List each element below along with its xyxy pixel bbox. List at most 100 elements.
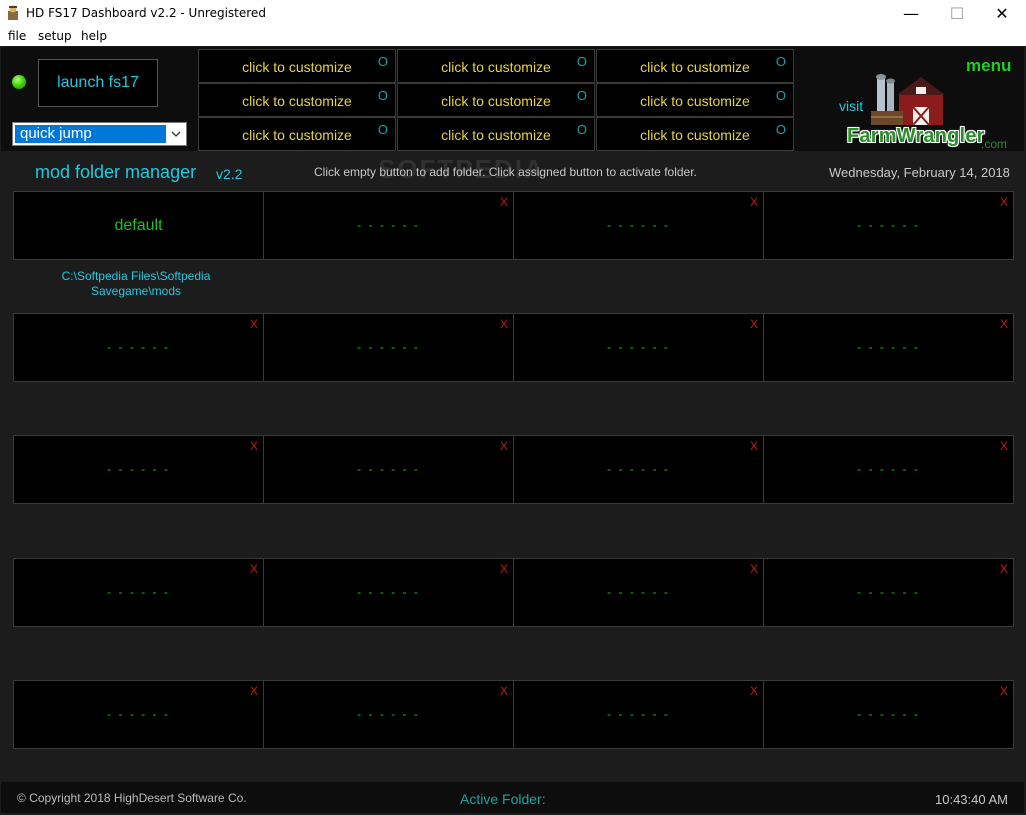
remove-icon[interactable]: X — [250, 317, 258, 331]
folder-slot-default[interactable]: default — [13, 191, 264, 260]
top-panel: launch fs17 quick jump click to customiz… — [1, 47, 1024, 151]
folder-row-2: X - - - - - - X - - - - - - X - - - - - - X… — [13, 313, 1014, 382]
remove-icon[interactable]: X — [500, 317, 508, 331]
folder-slot-label: - - - - - - — [607, 707, 670, 721]
customize-label: click to customize — [441, 59, 551, 75]
folder-slot-label: - - - - - - — [357, 585, 420, 599]
menu-file[interactable]: file — [8, 29, 26, 43]
customize-button-1[interactable]: click to customize O — [198, 49, 396, 83]
folder-row-1: default X - - - - - - X - - - - - - X - - -… — [13, 191, 1014, 260]
folder-slot[interactable]: X - - - - - - — [763, 313, 1014, 382]
folder-slot-label: - - - - - - — [357, 218, 420, 232]
folder-slot[interactable]: X - - - - - - — [763, 435, 1014, 504]
menu-link[interactable]: menu — [966, 56, 1011, 76]
close-button[interactable]: ✕ — [979, 0, 1025, 27]
page-title: mod folder manager — [35, 162, 197, 182]
folder-slot-label: - - - - - - — [607, 585, 670, 599]
customize-button-7[interactable]: click to customize O — [198, 117, 396, 151]
folder-row-3: X - - - - - - X - - - - - - X - - - - - - X… — [13, 435, 1014, 504]
folder-slot-label: - - - - - - — [357, 340, 420, 354]
folder-slot[interactable]: X - - - - - - — [513, 558, 764, 627]
remove-icon[interactable]: X — [250, 439, 258, 453]
menu-help[interactable]: help — [81, 29, 107, 43]
folder-slot[interactable]: X - - - - - - — [13, 435, 264, 504]
status-led-icon — [12, 75, 26, 89]
farmwrangler-logo[interactable]: FarmWrangler — [847, 125, 985, 148]
copyright-text: © Copyright 2018 HighDesert Software Co. — [17, 791, 247, 805]
folder-slot[interactable]: X - - - - - - — [13, 680, 264, 749]
customize-button-3[interactable]: click to customize O — [596, 49, 794, 83]
footer-bar: © Copyright 2018 HighDesert Software Co.… — [1, 782, 1024, 813]
remove-icon[interactable]: X — [750, 684, 758, 698]
indicator-icon: O — [775, 54, 786, 69]
remove-icon[interactable]: X — [1000, 317, 1008, 331]
remove-icon[interactable]: X — [500, 439, 508, 453]
folder-slot-label: - - - - - - — [607, 218, 670, 232]
folder-slot[interactable]: X - - - - - - — [263, 680, 514, 749]
app-icon — [8, 5, 18, 20]
folder-slot[interactable]: X - - - - - - — [763, 191, 1014, 260]
barn-icon[interactable] — [867, 71, 955, 129]
title-bar: HD FS17 Dashboard v2.2 - Unregistered — … — [0, 0, 1026, 27]
minimize-button[interactable]: — — [888, 0, 934, 27]
customize-label: click to customize — [242, 127, 352, 143]
customize-button-5[interactable]: click to customize O — [397, 83, 595, 117]
default-folder-path: C:\Softpedia Files\Softpedia Savegame\mo… — [36, 269, 236, 299]
window-title: HD FS17 Dashboard v2.2 - Unregistered — [26, 6, 266, 20]
menu-setup[interactable]: setup — [38, 29, 72, 43]
folder-slot-label: - - - - - - — [107, 585, 170, 599]
folder-slot[interactable]: X - - - - - - — [763, 680, 1014, 749]
folder-slot-label: - - - - - - — [607, 462, 670, 476]
remove-icon[interactable]: X — [1000, 439, 1008, 453]
customize-button-9[interactable]: click to customize O — [596, 117, 794, 151]
customize-button-6[interactable]: click to customize O — [596, 83, 794, 117]
customize-button-2[interactable]: click to customize O — [397, 49, 595, 83]
indicator-icon: O — [576, 54, 587, 69]
folder-slot[interactable]: X - - - - - - — [13, 558, 264, 627]
folder-slot[interactable]: X - - - - - - — [513, 680, 764, 749]
customize-label: click to customize — [640, 127, 750, 143]
folder-slot-label: - - - - - - — [857, 585, 920, 599]
quick-jump-select[interactable]: quick jump — [12, 122, 187, 146]
folder-slot-label: - - - - - - — [857, 340, 920, 354]
customize-button-4[interactable]: click to customize O — [198, 83, 396, 117]
remove-icon[interactable]: X — [750, 562, 758, 576]
remove-icon[interactable]: X — [750, 195, 758, 209]
customize-label: click to customize — [242, 93, 352, 109]
remove-icon[interactable]: X — [500, 195, 508, 209]
folder-slot[interactable]: X - - - - - - — [263, 558, 514, 627]
folder-slot-label: - - - - - - — [857, 218, 920, 232]
chevron-down-icon[interactable] — [167, 124, 185, 144]
instructions-text: Click empty button to add folder. Click … — [314, 165, 697, 179]
folder-slot-label: - - - - - - — [857, 707, 920, 721]
remove-icon[interactable]: X — [250, 684, 258, 698]
folder-slot[interactable]: X - - - - - - — [263, 191, 514, 260]
menu-bar: file setup help — [0, 27, 1026, 46]
app-content: launch fs17 quick jump click to customiz… — [0, 46, 1026, 815]
folder-slot[interactable]: X - - - - - - — [513, 191, 764, 260]
remove-icon[interactable]: X — [1000, 684, 1008, 698]
folder-slot[interactable]: X - - - - - - — [263, 313, 514, 382]
remove-icon[interactable]: X — [500, 684, 508, 698]
remove-icon[interactable]: X — [500, 562, 508, 576]
visit-link[interactable]: visit — [839, 98, 863, 114]
folder-slot[interactable]: X - - - - - - — [513, 313, 764, 382]
folder-slot[interactable]: X - - - - - - — [763, 558, 1014, 627]
remove-icon[interactable]: X — [250, 562, 258, 576]
remove-icon[interactable]: X — [750, 317, 758, 331]
launch-fs17-button[interactable]: launch fs17 — [38, 59, 158, 107]
folder-slot[interactable]: X - - - - - - — [263, 435, 514, 504]
indicator-icon: O — [377, 88, 388, 103]
maximize-button[interactable]: ☐ — [934, 0, 980, 27]
folder-row-4: X - - - - - - X - - - - - - X - - - - - - X… — [13, 558, 1014, 627]
remove-icon[interactable]: X — [1000, 195, 1008, 209]
folder-slot-label: - - - - - - — [107, 340, 170, 354]
folder-slot[interactable]: X - - - - - - — [13, 313, 264, 382]
folder-slot[interactable]: X - - - - - - — [513, 435, 764, 504]
date-label: Wednesday, February 14, 2018 — [829, 165, 1010, 180]
remove-icon[interactable]: X — [750, 439, 758, 453]
remove-icon[interactable]: X — [1000, 562, 1008, 576]
folder-slot-label: - - - - - - — [107, 462, 170, 476]
folder-slot-label: - - - - - - — [607, 340, 670, 354]
customize-button-8[interactable]: click to customize O — [397, 117, 595, 151]
